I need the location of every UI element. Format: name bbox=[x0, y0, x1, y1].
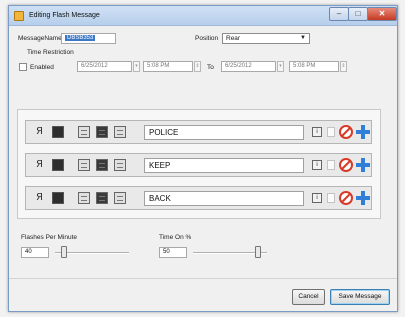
delete-line-icon[interactable] bbox=[339, 125, 353, 139]
flashes-per-minute-input[interactable]: 40 bbox=[21, 247, 49, 258]
start-time-spinner[interactable]: ⇕ bbox=[194, 61, 201, 72]
time-on-label: Time On % bbox=[159, 234, 192, 241]
enabled-label: Enabled bbox=[30, 64, 54, 71]
flashes-slider-thumb[interactable] bbox=[61, 246, 67, 258]
close-button[interactable]: ✕ bbox=[367, 7, 397, 21]
line-option-checkbox[interactable] bbox=[327, 127, 335, 137]
info-icon[interactable]: i bbox=[312, 127, 322, 137]
reverse-text-toggle[interactable]: Я bbox=[36, 126, 43, 137]
chevron-down-icon: ▼ bbox=[300, 35, 306, 41]
message-line-row: Я POLICE i bbox=[25, 120, 372, 144]
align-left-button[interactable] bbox=[78, 126, 90, 138]
end-date-picker[interactable]: ▾ bbox=[277, 61, 284, 72]
time-on-input[interactable]: 50 bbox=[159, 247, 187, 258]
message-name-value: DBSB353 bbox=[65, 35, 96, 41]
to-label: To bbox=[207, 64, 214, 71]
message-name-input[interactable]: DBSB353 bbox=[61, 33, 116, 44]
maximize-button[interactable]: □ bbox=[348, 7, 368, 21]
invert-color-button[interactable] bbox=[52, 126, 64, 138]
delete-line-icon[interactable] bbox=[339, 191, 353, 205]
line-option-checkbox[interactable] bbox=[327, 193, 335, 203]
align-right-button[interactable] bbox=[114, 126, 126, 138]
end-date-input[interactable]: 6/25/2012 bbox=[221, 61, 276, 72]
title-bar: Editing Flash Message – □ ✕ bbox=[9, 6, 397, 26]
start-time-input[interactable]: 5:08 PM bbox=[143, 61, 193, 72]
window-title: Editing Flash Message bbox=[29, 12, 100, 19]
start-date-picker[interactable]: ▾ bbox=[133, 61, 140, 72]
line-option-checkbox[interactable] bbox=[327, 160, 335, 170]
align-right-button[interactable] bbox=[114, 159, 126, 171]
align-left-button[interactable] bbox=[78, 159, 90, 171]
message-text-input[interactable]: POLICE bbox=[144, 125, 304, 140]
info-icon[interactable]: i bbox=[312, 160, 322, 170]
start-date-input[interactable]: 6/25/2012 bbox=[77, 61, 132, 72]
reverse-text-toggle[interactable]: Я bbox=[36, 159, 43, 170]
add-line-icon[interactable] bbox=[356, 125, 370, 139]
message-text-input[interactable]: BACK bbox=[144, 191, 304, 206]
save-message-button[interactable]: Save Message bbox=[330, 289, 390, 305]
invert-color-button[interactable] bbox=[52, 192, 64, 204]
info-icon[interactable]: i bbox=[312, 193, 322, 203]
align-left-button[interactable] bbox=[78, 192, 90, 204]
flashes-per-minute-label: Flashes Per Minute bbox=[21, 234, 77, 241]
align-center-button[interactable] bbox=[96, 126, 108, 138]
message-name-label: MessageName bbox=[18, 35, 62, 42]
editing-flash-message-window: Editing Flash Message – □ ✕ MessageName … bbox=[8, 5, 398, 312]
time-on-slider-thumb[interactable] bbox=[255, 246, 261, 258]
message-lines-panel: Я POLICE i Я KEEP i Я BACK i bbox=[17, 109, 381, 219]
position-dropdown[interactable]: Rear ▼ bbox=[222, 33, 310, 44]
align-center-button[interactable] bbox=[96, 159, 108, 171]
position-value: Rear bbox=[226, 35, 241, 42]
reverse-text-toggle[interactable]: Я bbox=[36, 192, 43, 203]
add-line-icon[interactable] bbox=[356, 191, 370, 205]
message-line-row: Я KEEP i bbox=[25, 153, 372, 177]
message-line-row: Я BACK i bbox=[25, 186, 372, 210]
invert-color-button[interactable] bbox=[52, 159, 64, 171]
end-time-spinner[interactable]: ⇕ bbox=[340, 61, 347, 72]
minimize-button[interactable]: – bbox=[329, 7, 349, 21]
time-restriction-label: Time Restriction bbox=[27, 49, 74, 56]
delete-line-icon[interactable] bbox=[339, 158, 353, 172]
add-line-icon[interactable] bbox=[356, 158, 370, 172]
align-right-button[interactable] bbox=[114, 192, 126, 204]
app-icon bbox=[14, 11, 24, 21]
cancel-button[interactable]: Cancel bbox=[292, 289, 325, 305]
align-center-button[interactable] bbox=[96, 192, 108, 204]
end-time-input[interactable]: 5:08 PM bbox=[289, 61, 339, 72]
position-label: Position bbox=[195, 35, 219, 42]
footer-divider bbox=[9, 278, 397, 279]
message-text-input[interactable]: KEEP bbox=[144, 158, 304, 173]
enabled-checkbox[interactable] bbox=[19, 63, 27, 71]
